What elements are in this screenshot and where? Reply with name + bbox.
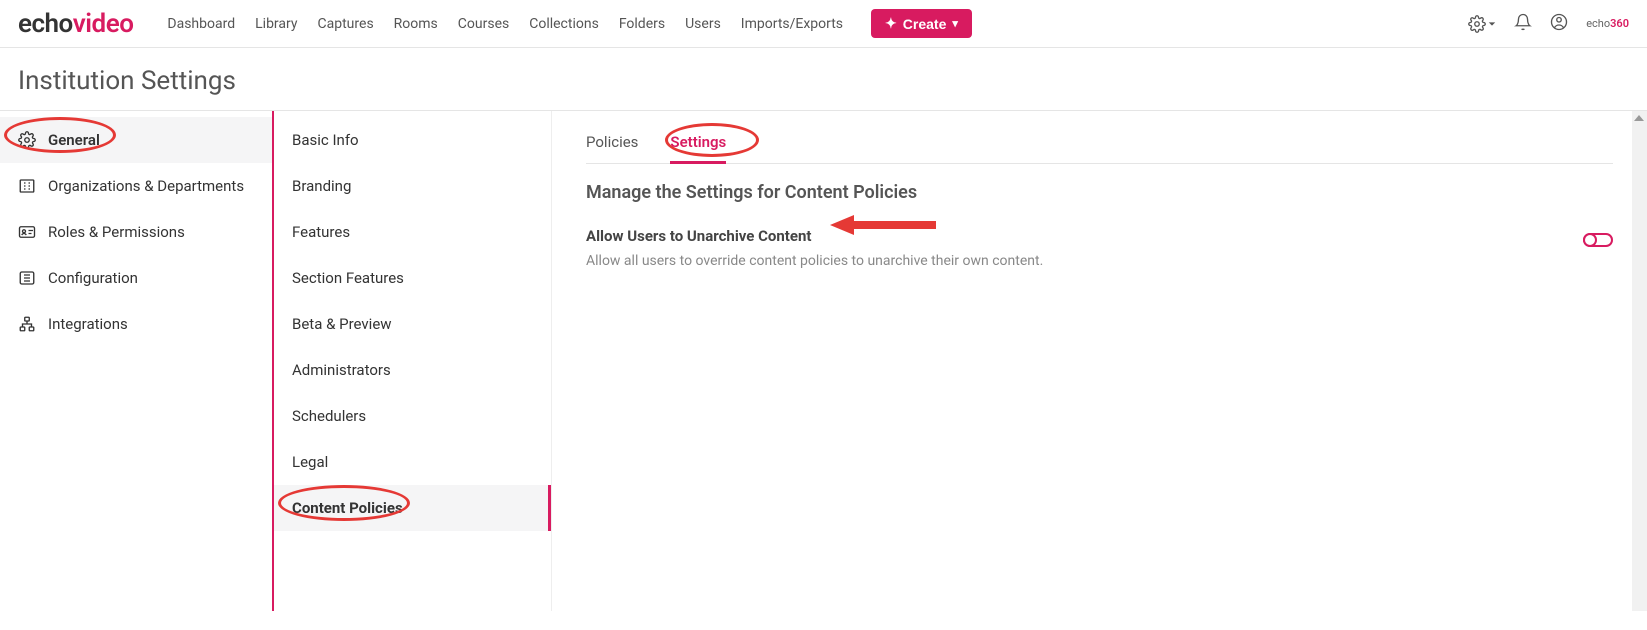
sidebar-item-label: General (48, 131, 254, 149)
sidebar-item-label: Configuration (48, 269, 254, 287)
sub-item-features[interactable]: Features (274, 209, 551, 255)
settings-menu[interactable] (1468, 15, 1496, 33)
chevron-down-icon: ▾ (952, 17, 958, 30)
nav-courses[interactable]: Courses (458, 16, 509, 32)
unarchive-toggle[interactable] (1583, 233, 1613, 247)
setting-description: Allow all users to override content poli… (586, 253, 1583, 269)
sub-item-branding[interactable]: Branding (274, 163, 551, 209)
brand-video: video (73, 9, 134, 39)
sub-item-administrators[interactable]: Administrators (274, 347, 551, 393)
sub-item-schedulers[interactable]: Schedulers (274, 393, 551, 439)
caret-down-icon (1488, 20, 1496, 28)
tab-settings[interactable]: Settings (670, 133, 726, 164)
nav-dashboard[interactable]: Dashboard (167, 16, 235, 32)
brand-logo[interactable]: echovideo (18, 9, 133, 39)
tab-policies[interactable]: Policies (586, 133, 638, 163)
secondary-sidebar: Basic Info Branding Features Section Fea… (272, 111, 552, 611)
nav-folders[interactable]: Folders (619, 16, 665, 32)
echo360-logo-360: 360 (1610, 17, 1629, 30)
gear-icon (1468, 15, 1486, 33)
echo360-logo-echo: echo (1586, 17, 1610, 30)
sub-item-legal[interactable]: Legal (274, 439, 551, 485)
section-heading: Manage the Settings for Content Policies (586, 182, 1613, 203)
content-area: General Organizations & Departments Role… (0, 110, 1647, 611)
nav-imports-exports[interactable]: Imports/Exports (741, 16, 843, 32)
id-card-icon (18, 223, 36, 241)
user-circle-icon (1550, 13, 1568, 31)
scroll-up-icon (1634, 115, 1644, 121)
sub-item-content-policies[interactable]: Content Policies (274, 485, 551, 531)
network-icon (18, 315, 36, 333)
main-panel: Policies Settings Manage the Settings fo… (552, 111, 1647, 611)
brand-echo: echo (18, 9, 73, 39)
echo360-logo[interactable]: echo360 (1586, 17, 1629, 30)
magic-wand-icon: ✦ (885, 15, 897, 32)
nav-users[interactable]: Users (685, 16, 721, 32)
sub-item-section-features[interactable]: Section Features (274, 255, 551, 301)
top-nav: Dashboard Library Captures Rooms Courses… (167, 9, 972, 38)
nav-library[interactable]: Library (255, 16, 297, 32)
setting-row-unarchive: Allow Users to Unarchive Content Allow a… (586, 227, 1613, 269)
building-icon (18, 177, 36, 195)
primary-sidebar: General Organizations & Departments Role… (0, 111, 272, 611)
sub-item-basic-info[interactable]: Basic Info (274, 117, 551, 163)
create-button-label: Create (903, 16, 947, 32)
tab-bar: Policies Settings (586, 133, 1613, 164)
sidebar-item-label: Integrations (48, 315, 254, 333)
sidebar-item-label: Roles & Permissions (48, 223, 254, 241)
nav-rooms[interactable]: Rooms (394, 16, 438, 32)
notifications-button[interactable] (1514, 13, 1532, 35)
create-button[interactable]: ✦ Create ▾ (871, 9, 972, 38)
gear-icon (18, 131, 36, 149)
page-title: Institution Settings (0, 48, 1647, 110)
sidebar-item-integrations[interactable]: Integrations (0, 301, 272, 347)
sub-item-beta-preview[interactable]: Beta & Preview (274, 301, 551, 347)
sidebar-item-roles[interactable]: Roles & Permissions (0, 209, 272, 255)
account-button[interactable] (1550, 13, 1568, 35)
setting-title: Allow Users to Unarchive Content (586, 227, 1583, 245)
nav-captures[interactable]: Captures (318, 16, 374, 32)
sidebar-item-configuration[interactable]: Configuration (0, 255, 272, 301)
scrollbar[interactable] (1632, 111, 1647, 611)
bell-icon (1514, 13, 1532, 31)
toggle-knob (1583, 233, 1597, 247)
sidebar-item-label: Organizations & Departments (48, 177, 254, 195)
sidebar-item-general[interactable]: General (0, 117, 272, 163)
sliders-icon (18, 269, 36, 287)
sidebar-item-organizations[interactable]: Organizations & Departments (0, 163, 272, 209)
nav-collections[interactable]: Collections (529, 16, 599, 32)
